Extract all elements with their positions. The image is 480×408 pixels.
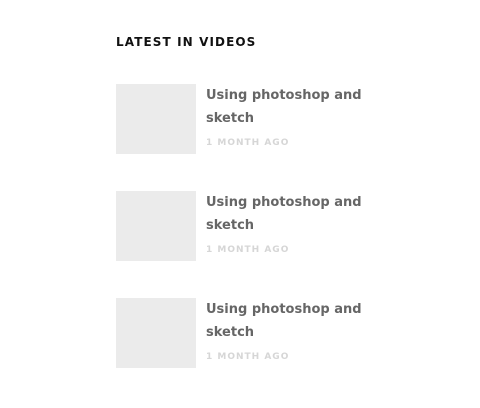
post-title-link[interactable]: Using photoshop and sketch [206, 298, 371, 344]
list-item: Using photoshop and sketch 1 MONTH AGO [116, 191, 376, 261]
post-title-link[interactable]: Using photoshop and sketch [206, 191, 371, 237]
post-date: 1 MONTH AGO [206, 245, 290, 255]
list-item: Using photoshop and sketch 1 MONTH AGO [116, 84, 376, 154]
post-date: 1 MONTH AGO [206, 138, 290, 148]
post-title-link[interactable]: Using photoshop and sketch [206, 84, 371, 130]
post-date: 1 MONTH AGO [206, 352, 290, 362]
widget-title: LATEST IN VIDEOS [116, 35, 257, 49]
latest-videos-widget: LATEST IN VIDEOS Using photoshop and ske… [116, 35, 376, 368]
video-thumbnail[interactable] [116, 298, 196, 368]
list-item: Using photoshop and sketch 1 MONTH AGO [116, 298, 376, 368]
video-thumbnail[interactable] [116, 191, 196, 261]
video-thumbnail[interactable] [116, 84, 196, 154]
